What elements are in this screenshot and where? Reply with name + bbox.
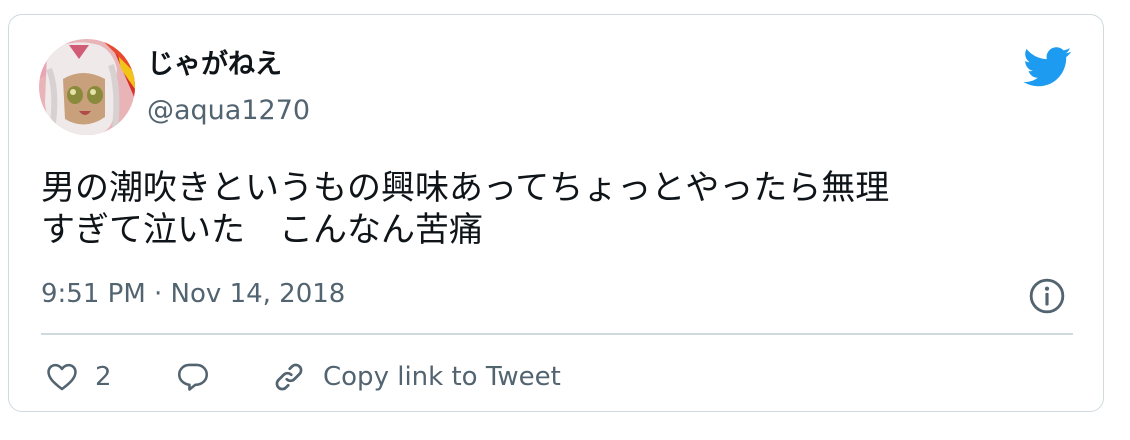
tweet-text-line: 男の潮吹きというもの興味あってちょっとやったら無理 <box>41 168 890 208</box>
copy-link-button[interactable]: Copy link to Tweet <box>271 357 561 397</box>
reply-bubble-icon <box>177 363 209 391</box>
user-handle[interactable]: @aqua1270 <box>147 97 310 124</box>
tweet-text: 男の潮吹きというもの興味あってちょっとやったら無理 すぎて泣いた こんなん苦痛 <box>41 167 1081 251</box>
avatar[interactable] <box>39 39 135 135</box>
reply-button[interactable] <box>175 357 211 397</box>
like-count: 2 <box>95 362 112 392</box>
info-icon[interactable] <box>1028 277 1066 315</box>
heart-icon <box>47 363 77 391</box>
display-name[interactable]: じゃがねえ <box>147 51 282 78</box>
copy-link-label: Copy link to Tweet <box>323 362 561 392</box>
divider <box>41 333 1073 335</box>
avatar-image <box>39 39 135 135</box>
tweet-card[interactable]: じゃがねえ @aqua1270 男の潮吹きというもの興味あってちょっとやったら無… <box>8 14 1104 412</box>
like-button[interactable]: 2 <box>45 357 112 397</box>
link-icon <box>275 363 303 391</box>
tweet-text-line: すぎて泣いた こんなん苦痛 <box>41 210 483 250</box>
tweet-timestamp[interactable]: 9:51 PM · Nov 14, 2018 <box>41 281 345 307</box>
twitter-bird-icon[interactable] <box>1024 47 1072 87</box>
